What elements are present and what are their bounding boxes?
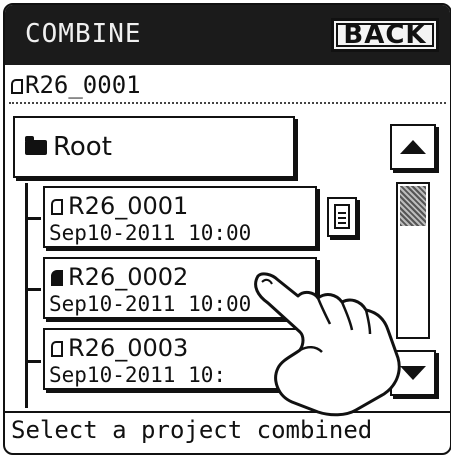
project-date: Sep10-2011 10:00 <box>49 221 252 245</box>
screen-title: COMBINE <box>25 19 142 49</box>
folder-icon <box>25 136 47 155</box>
divider <box>9 102 446 104</box>
project-name: R26_0002 <box>68 263 189 291</box>
status-message: Select a project combined <box>11 416 373 444</box>
project-item[interactable]: R26_0001 Sep10-2011 10:00 <box>43 186 317 248</box>
combine-screen: COMBINE BACK R26_0001 Root R26_0001 Sep1… <box>3 3 451 455</box>
root-folder-label: Root <box>53 132 112 162</box>
tree-branch <box>25 288 41 291</box>
document-icon <box>51 199 63 215</box>
project-date: Sep10-2011 10:00 <box>49 292 252 316</box>
arrow-down-icon <box>400 366 426 380</box>
document-icon <box>51 341 63 357</box>
document-info-icon <box>334 204 350 229</box>
scrollbar-track[interactable] <box>396 182 430 339</box>
combined-document-icon <box>51 270 63 286</box>
scrollbar-thumb[interactable] <box>400 186 426 226</box>
project-item[interactable]: R26_0002 Sep10-2011 10:00 <box>43 257 317 319</box>
scroll-down-button[interactable] <box>390 350 436 396</box>
title-bar: COMBINE BACK <box>5 5 450 65</box>
tree-branch <box>25 217 41 220</box>
project-name: R26_0003 <box>68 334 189 362</box>
document-icon <box>11 79 23 94</box>
status-divider <box>5 411 450 413</box>
project-info-button[interactable] <box>327 197 357 237</box>
arrow-up-icon <box>400 140 426 154</box>
current-path-label: R26_0001 <box>25 71 141 99</box>
project-item[interactable]: R26_0003 Sep10-2011 10: <box>43 328 317 390</box>
scroll-up-button[interactable] <box>390 124 436 170</box>
project-name: R26_0001 <box>68 192 189 220</box>
root-folder-button[interactable]: Root <box>13 116 295 178</box>
current-path: R26_0001 <box>11 71 141 99</box>
back-button[interactable]: BACK <box>331 18 439 52</box>
project-date: Sep10-2011 10: <box>49 363 227 387</box>
tree-branch <box>25 360 41 363</box>
